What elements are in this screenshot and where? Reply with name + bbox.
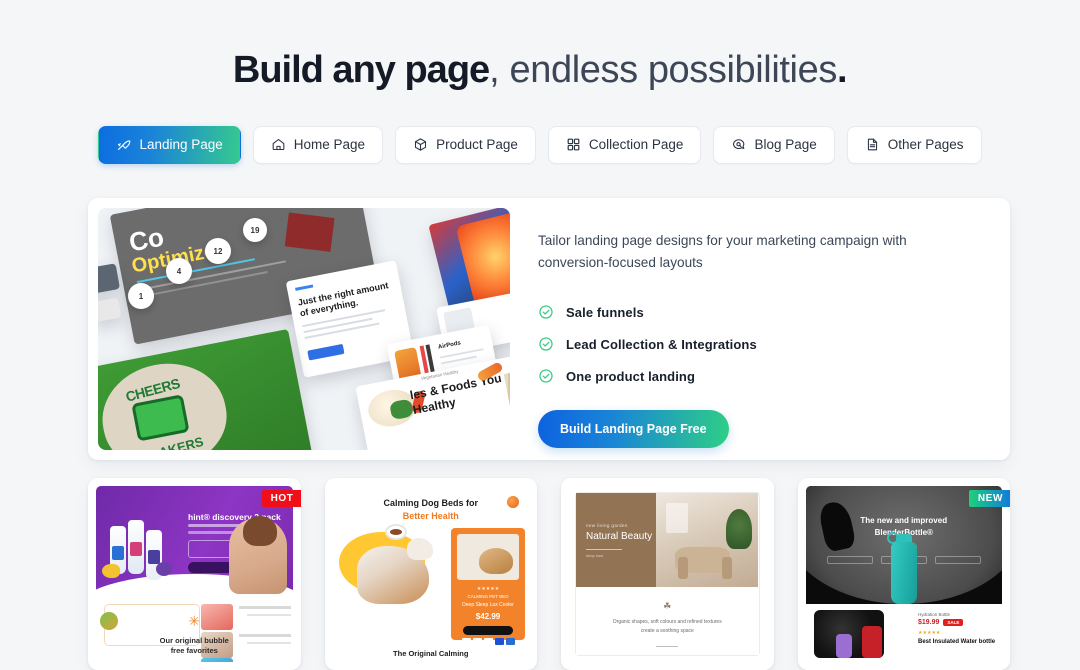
brand-mark-icon: ☘: [663, 601, 672, 611]
tab-label: Home Page: [293, 137, 366, 153]
tab-label: Landing Page: [139, 137, 223, 153]
card-body-line2: create a soothing space: [640, 628, 694, 634]
house-icon: [271, 137, 286, 152]
card-hero-line1: The new and improved: [860, 516, 948, 525]
page-title: Build any page, endless possibilities.: [0, 0, 1080, 94]
circle-check-icon: [538, 336, 554, 352]
template-card-natural-beauty[interactable]: new living garden Natural Beauty shop no…: [561, 478, 774, 670]
card-body-text: Organic shapes, soft colours and refined…: [576, 618, 759, 636]
document-icon: [865, 137, 880, 152]
feature-list: Sale funnels Lead Collection & Integrati…: [538, 304, 976, 384]
template-card-calming-dog-beds[interactable]: Calming Dog Beds for Better Health ★★★★★…: [324, 478, 537, 670]
template-card-blenderbottle[interactable]: NEW The new and improved BlenderBottle®: [797, 478, 1010, 670]
build-landing-page-free-button[interactable]: Build Landing Page Free: [538, 410, 729, 448]
feature-item: Lead Collection & Integrations: [538, 336, 976, 352]
tab-collection-page[interactable]: Collection Page: [547, 125, 702, 164]
card-price: $19.99 SALE: [918, 619, 996, 626]
card-title-line2: Better Health: [402, 511, 459, 521]
page-title-rest: , endless possibilities: [489, 49, 837, 91]
tab-blog-page[interactable]: Blog Page: [713, 125, 835, 164]
status-badge: NEW: [968, 490, 1010, 507]
grid-icon: [566, 137, 581, 152]
collage-bubble-1: 1: [128, 283, 154, 309]
collage-bubble-3: 12: [205, 238, 231, 264]
tab-label: Product Page: [436, 137, 518, 153]
page-title-dot: .: [836, 49, 848, 91]
card-body-line1: Organic shapes, soft colours and refined…: [612, 619, 722, 625]
page-type-tabs: Landing Page Home Page Product Page Coll…: [0, 125, 1080, 164]
landing-page-feature-panel: Co Optimize 70% 1 4 12 19: [88, 198, 1010, 460]
rocket-icon: [116, 137, 131, 152]
cube-icon: [413, 137, 428, 152]
feature-item: One product landing: [538, 368, 976, 384]
card-footer-line2: free favorites: [170, 646, 218, 655]
card-title-line1: Calming Dog Beds for: [383, 498, 478, 508]
circle-check-icon: [538, 368, 554, 384]
page-root: Build any page, endless possibilities. L…: [0, 0, 1080, 670]
panel-description: Tailor landing page designs for your mar…: [538, 233, 907, 270]
rating-stars-icon: ★★★★★: [918, 630, 941, 636]
template-card-list: HOT hint® discovery 3 pack ✳ Our origina…: [88, 478, 1010, 670]
card-footer-text: The Original Calming: [393, 649, 469, 658]
feature-label: Lead Collection & Integrations: [566, 336, 757, 352]
card-subtext: shop now: [586, 553, 604, 558]
tab-landing-page[interactable]: Landing Page: [98, 125, 241, 164]
circle-check-icon: [538, 304, 554, 320]
tab-product-page[interactable]: Product Page: [395, 125, 536, 164]
feature-label: One product landing: [566, 368, 696, 384]
tab-label: Collection Page: [588, 137, 684, 153]
template-card-hint-water[interactable]: HOT hint® discovery 3 pack ✳ Our origina…: [88, 478, 301, 670]
card-footer-text: Our original bubble free favorites: [96, 636, 293, 656]
tab-other-pages[interactable]: Other Pages: [846, 125, 982, 164]
collage-bubble-2: 4: [166, 258, 192, 284]
tab-home-page[interactable]: Home Page: [252, 125, 384, 164]
panel-body: Tailor landing page designs for your mar…: [510, 198, 1010, 460]
card-price-value: $19.99: [918, 619, 940, 626]
chat-bubble-icon: [731, 137, 746, 152]
card-footer-line1: Our original bubble: [159, 636, 229, 645]
collage-bubble-4: 19: [243, 218, 267, 242]
card-price: $42.99: [475, 612, 501, 621]
sparkle-icon: ✳: [188, 613, 201, 629]
card-title: Natural Beauty: [586, 531, 653, 542]
card-product-description: Best Insulated Water bottle: [918, 639, 996, 645]
page-title-strong: Build any page: [232, 49, 490, 91]
tab-label: Blog Page: [754, 137, 817, 153]
card-product-label: Hydration Bottle: [918, 612, 951, 617]
tab-label: Other Pages: [887, 137, 964, 153]
card-eyebrow: new living garden: [586, 523, 628, 528]
feature-item: Sale funnels: [538, 304, 976, 320]
feature-label: Sale funnels: [566, 304, 644, 320]
landing-page-collage: Co Optimize 70% 1 4 12 19: [98, 208, 510, 450]
status-badge: HOT: [261, 490, 301, 507]
card-sale-tag: SALE: [943, 619, 964, 626]
